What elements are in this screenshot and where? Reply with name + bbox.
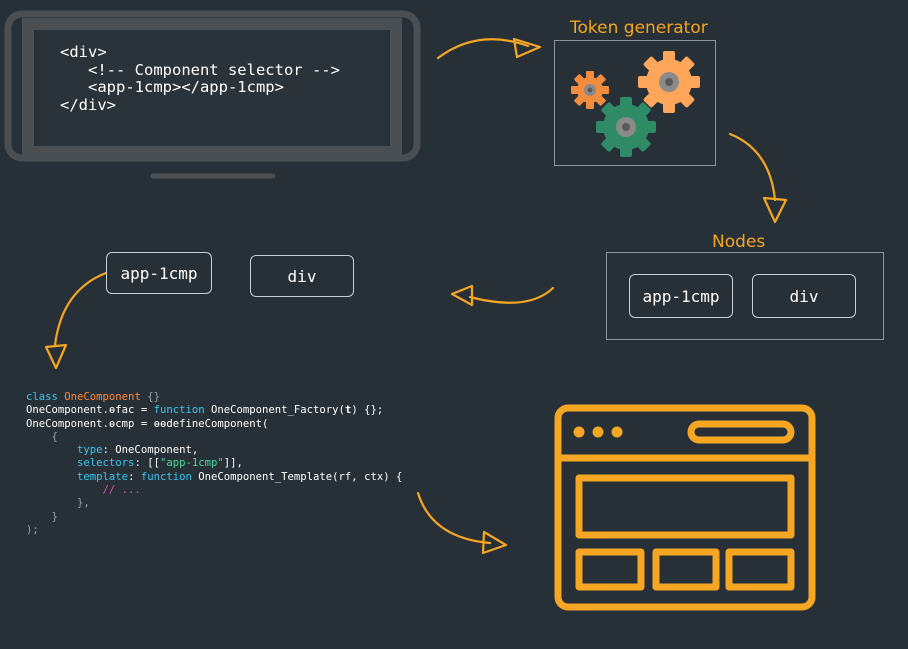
browser-window-icon xyxy=(554,404,816,611)
